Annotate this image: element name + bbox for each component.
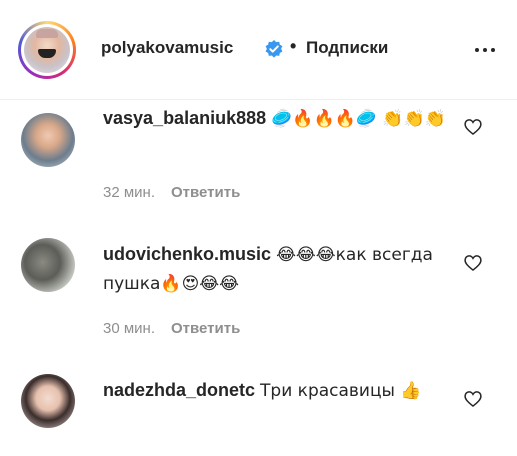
like-heart-icon[interactable] (463, 117, 483, 137)
header-separator: • (290, 36, 297, 56)
comment-time: 32 мин. (103, 184, 155, 201)
comment-meta: 32 мин. Ответить (103, 184, 240, 201)
profile-username[interactable]: polyakovamusic (101, 38, 233, 58)
like-heart-icon[interactable] (463, 253, 483, 273)
comment-body: nadezhda_donetc Три красавицы 👍 (103, 376, 453, 405)
comment-username[interactable]: vasya_balaniuk888 (103, 108, 266, 128)
follow-button[interactable]: Подписки (306, 38, 388, 58)
comment-username[interactable]: nadezhda_donetc (103, 380, 255, 400)
comment-meta: 30 мин. Ответить (103, 320, 240, 337)
reply-button[interactable]: Ответить (171, 184, 240, 201)
comment-body: vasya_balaniuk888 🥏🔥🔥🔥🥏 👏👏👏 (103, 104, 453, 133)
comment-username[interactable]: udovichenko.music (103, 244, 271, 264)
comment-body: udovichenko.music 😂😂😂как всегда пушка🔥😍😂… (103, 240, 453, 298)
comment-text: Три красавицы 👍 (260, 381, 422, 401)
commenter-avatar[interactable] (21, 238, 75, 292)
more-options-icon[interactable] (473, 40, 497, 60)
profile-avatar[interactable] (18, 21, 76, 79)
commenter-avatar[interactable] (21, 374, 75, 428)
post-header: polyakovamusic • Подписки (0, 0, 517, 100)
comment-time: 30 мин. (103, 320, 155, 337)
reply-button[interactable]: Ответить (171, 320, 240, 337)
verified-badge-icon (265, 40, 283, 58)
commenter-avatar[interactable] (21, 113, 75, 167)
like-heart-icon[interactable] (463, 389, 483, 409)
comment-text: 🥏🔥🔥🔥🥏 👏👏👏 (271, 109, 446, 129)
